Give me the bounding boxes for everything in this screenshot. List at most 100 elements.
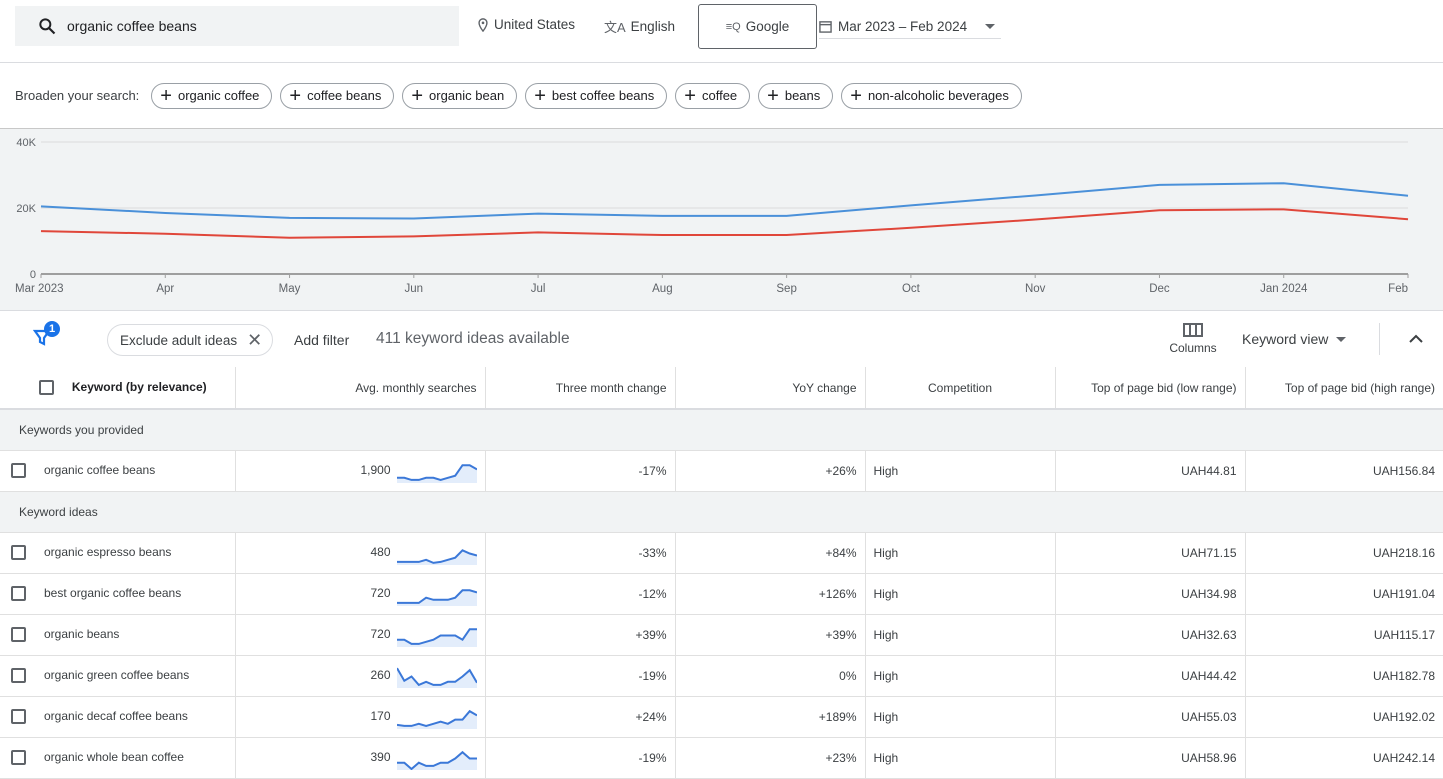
columns-label: Columns — [1166, 341, 1220, 355]
location-selector[interactable]: United States — [477, 17, 575, 32]
competition: High — [865, 696, 1055, 737]
table-header-row: Keyword (by relevance) Avg. monthly searc… — [0, 367, 1443, 409]
columns-icon — [1183, 322, 1203, 338]
column-header-label: Three month change — [556, 381, 667, 395]
column-header-label: YoY change — [792, 381, 856, 395]
group-row: Keywords you provided — [0, 409, 1443, 450]
column-header[interactable]: YoY change — [675, 367, 865, 409]
broaden-chip[interactable]: +best coffee beans — [525, 83, 667, 109]
competition: High — [865, 614, 1055, 655]
bid-low: UAH32.63 — [1055, 614, 1245, 655]
keyword-text: organic decaf coffee beans — [44, 709, 188, 723]
row-checkbox[interactable] — [11, 750, 26, 765]
bid-low: UAH55.03 — [1055, 696, 1245, 737]
x-tick-label: Jan 2024 — [1260, 283, 1308, 295]
date-range-selector[interactable]: Mar 2023 – Feb 2024 — [819, 14, 1001, 39]
avg-monthly-searches: 170 — [370, 709, 390, 723]
three-month-change: -17% — [485, 450, 675, 491]
avg-monthly-searches: 720 — [370, 627, 390, 641]
x-tick-label: Aug — [652, 283, 672, 295]
broaden-chip[interactable]: +coffee — [675, 83, 750, 109]
table-row[interactable]: organic decaf coffee beans 170 +24% +189… — [0, 696, 1443, 737]
trend-sparkline — [397, 459, 477, 483]
row-checkbox[interactable] — [11, 586, 26, 601]
table-row[interactable]: organic espresso beans 480 -33% +84% Hig… — [0, 532, 1443, 573]
filter-button[interactable]: 1 — [33, 325, 53, 350]
network-selector[interactable]: ≡Q Google — [698, 4, 817, 49]
avg-monthly-searches: 260 — [370, 668, 390, 682]
three-month-change: +24% — [485, 696, 675, 737]
avg-monthly-searches: 720 — [370, 586, 390, 600]
columns-button[interactable]: Columns — [1166, 322, 1220, 355]
three-month-change: -12% — [485, 573, 675, 614]
keyword-text: best organic coffee beans — [44, 586, 181, 600]
select-all-checkbox[interactable] — [39, 380, 54, 395]
bid-low: UAH44.42 — [1055, 655, 1245, 696]
column-header[interactable]: Top of page bid (high range) — [1245, 367, 1443, 409]
row-checkbox[interactable] — [11, 627, 26, 642]
search-input[interactable]: organic coffee beans — [15, 6, 459, 46]
table-row[interactable]: organic whole bean coffee 390 -19% +23% … — [0, 737, 1443, 778]
group-label: Keyword ideas — [0, 491, 1443, 532]
broaden-chip[interactable]: +organic coffee — [151, 83, 272, 109]
x-tick-label: Dec — [1149, 283, 1170, 295]
keyword-text: organic whole bean coffee — [44, 750, 184, 764]
location-pin-icon — [477, 18, 489, 32]
three-month-change: -19% — [485, 655, 675, 696]
plus-icon: + — [411, 86, 423, 106]
plus-icon: + — [684, 86, 696, 106]
table-row[interactable]: organic green coffee beans 260 -19% 0% H… — [0, 655, 1443, 696]
row-checkbox[interactable] — [11, 709, 26, 724]
competition: High — [865, 573, 1055, 614]
column-header[interactable]: Competition — [865, 367, 1055, 409]
row-checkbox[interactable] — [11, 545, 26, 560]
exclude-adult-filter-chip[interactable]: Exclude adult ideas ✕ — [107, 324, 273, 356]
collapse-chevron-icon[interactable] — [1408, 333, 1424, 345]
row-checkbox[interactable] — [11, 463, 26, 478]
column-header[interactable]: Avg. monthly searches — [235, 367, 485, 409]
translate-icon: 文A — [604, 17, 626, 36]
bid-high: UAH115.17 — [1245, 614, 1443, 655]
x-tick-label: Oct — [902, 283, 921, 295]
x-tick-label: Sep — [776, 283, 796, 295]
column-header-label: Competition — [928, 381, 992, 395]
broaden-chip[interactable]: +beans — [758, 83, 833, 109]
table-row[interactable]: best organic coffee beans 720 -12% +126%… — [0, 573, 1443, 614]
filter-count-badge: 1 — [44, 321, 60, 337]
view-label: Keyword view — [1242, 331, 1328, 347]
three-month-change: -19% — [485, 737, 675, 778]
competition: High — [865, 655, 1055, 696]
keyword-view-dropdown[interactable]: Keyword view — [1242, 331, 1346, 347]
x-tick-label: Jul — [531, 283, 546, 295]
filter-chip-label: Exclude adult ideas — [120, 333, 237, 348]
table-toolbar: 1 Exclude adult ideas ✕ Add filter 411 k… — [0, 310, 1443, 368]
table-row[interactable]: organic coffee beans 1,900 -17% +26% Hig… — [0, 450, 1443, 491]
x-tick-label: May — [279, 283, 301, 295]
search-value: organic coffee beans — [67, 18, 197, 34]
plus-icon: + — [534, 86, 546, 106]
chip-label: coffee beans — [307, 88, 381, 103]
column-header-label: Avg. monthly searches — [355, 381, 476, 395]
chart-svg: 020K40KMar 2023AprMayJunJulAugSepOctNovD… — [0, 129, 1443, 311]
broaden-chip[interactable]: +organic bean — [402, 83, 517, 109]
three-month-change: -33% — [485, 532, 675, 573]
close-icon[interactable]: ✕ — [247, 330, 262, 351]
competition: High — [865, 737, 1055, 778]
three-month-change: +39% — [485, 614, 675, 655]
table-row[interactable]: organic beans 720 +39% +39% High UAH32.6… — [0, 614, 1443, 655]
network-label: Google — [746, 19, 790, 34]
keyword-text: organic espresso beans — [44, 545, 171, 559]
broaden-chip[interactable]: +non-alcoholic beverages — [841, 83, 1022, 109]
add-filter-button[interactable]: Add filter — [294, 332, 349, 348]
bid-high: UAH191.04 — [1245, 573, 1443, 614]
broaden-chip[interactable]: +coffee beans — [280, 83, 394, 109]
column-header[interactable]: Top of page bid (low range) — [1055, 367, 1245, 409]
row-checkbox[interactable] — [11, 668, 26, 683]
x-tick-label: Apr — [156, 283, 174, 295]
bid-high: UAH182.78 — [1245, 655, 1443, 696]
column-header[interactable]: Three month change — [485, 367, 675, 409]
series-line — [41, 183, 1408, 218]
trend-sparkline — [397, 705, 477, 729]
language-selector[interactable]: 文A English — [604, 17, 675, 36]
column-header[interactable]: Keyword (by relevance) — [0, 367, 235, 409]
